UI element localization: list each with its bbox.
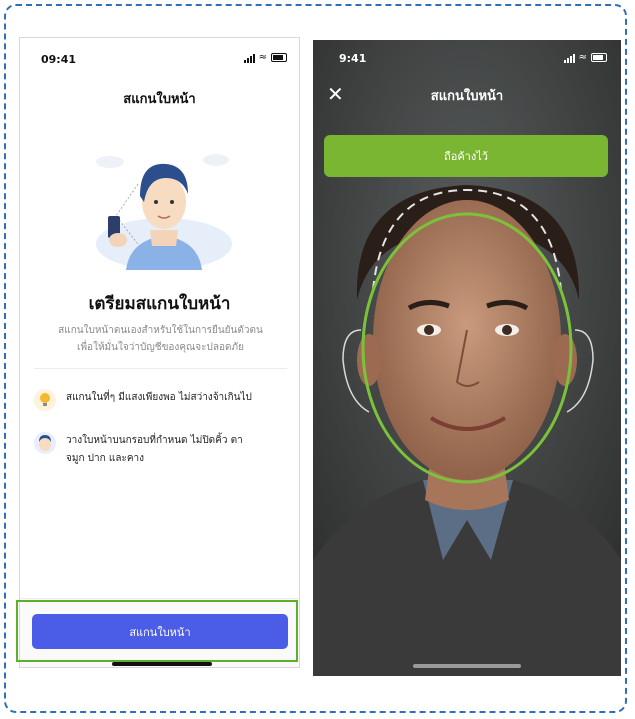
home-indicator xyxy=(112,662,212,666)
button-highlight-box xyxy=(16,600,298,662)
face-scan-illustration xyxy=(96,154,232,270)
battery-icon xyxy=(271,53,287,62)
lightbulb-icon xyxy=(34,389,56,411)
prepare-heading: เตรียมสแกนใบหน้า xyxy=(88,294,231,314)
status-time: 09:41 xyxy=(41,53,77,66)
signal-icon xyxy=(243,53,255,63)
tip-lighting: สแกนในที่ๆ มีแสงเพียงพอ ไม่สว่างจ้าเกินไ… xyxy=(34,389,292,411)
prepare-scan-screen: 09:41 ≈ สแกนใบหน้า เตรียมสแกนใบหน้า สแกน… xyxy=(19,37,300,668)
tip-face-placement: วางใบหน้าบนกรอบที่กำหนด ไม่ปิดคิ้ว ตา จม… xyxy=(34,432,292,468)
prepare-description: สแกนใบหน้าตนเองสำหรับใช้ในการยืนยันตัวตน… xyxy=(58,325,263,353)
page-title: สแกนใบหน้า xyxy=(430,89,504,104)
hold-still-banner: ถือค้างไว้ xyxy=(324,135,608,177)
signal-icon xyxy=(563,53,575,63)
divider xyxy=(34,368,287,369)
status-time: 9:41 xyxy=(339,52,367,65)
tip-lighting-text: สแกนในที่ๆ มีแสงเพียงพอ ไม่สว่างจ้าเกินไ… xyxy=(66,392,252,403)
status-bar: 9:41 ≈ xyxy=(313,40,621,80)
face-scan-camera-screen: 9:41 ≈ ✕ สแกนใบหน้า ถือค้างไว้ xyxy=(313,40,621,676)
status-bar: 09:41 ≈ xyxy=(20,38,299,78)
wifi-icon: ≈ xyxy=(258,52,267,63)
face-icon xyxy=(34,432,56,454)
home-indicator xyxy=(413,664,521,668)
page-title: สแกนใบหน้า xyxy=(123,92,196,107)
wifi-icon: ≈ xyxy=(578,52,587,63)
battery-icon xyxy=(591,53,607,62)
tip-face-placement-text: วางใบหน้าบนกรอบที่กำหนด ไม่ปิดคิ้ว ตา จม… xyxy=(66,435,243,464)
